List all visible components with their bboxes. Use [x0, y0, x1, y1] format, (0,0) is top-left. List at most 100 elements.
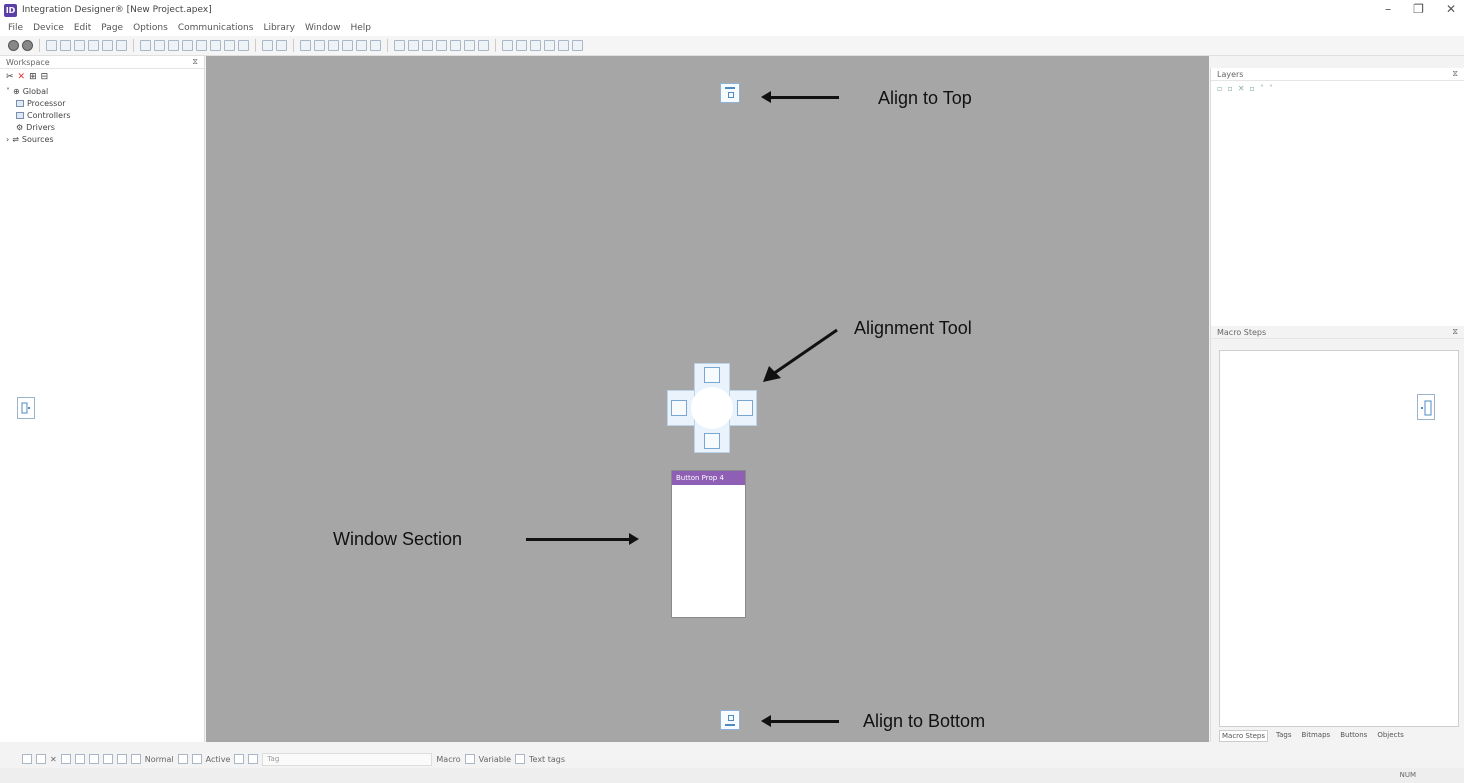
tag-input[interactable]: Tag — [262, 752, 433, 766]
tree-item-sources[interactable]: › ⇌ Sources — [6, 133, 204, 145]
redo-icon[interactable] — [116, 40, 127, 51]
cut-icon[interactable] — [140, 40, 151, 51]
ungroup-icon[interactable] — [544, 40, 555, 51]
move-up-icon[interactable]: ˄ — [1260, 84, 1264, 93]
menu-file[interactable]: File — [8, 23, 23, 33]
normal-color-icon[interactable] — [191, 754, 202, 764]
delete-icon[interactable] — [182, 40, 193, 51]
delete-icon[interactable]: ✕ — [18, 72, 26, 82]
tab-buttons[interactable]: Buttons — [1338, 730, 1369, 742]
align-bottom-icon[interactable] — [370, 40, 381, 51]
align-left-icon[interactable] — [300, 40, 311, 51]
save-icon[interactable] — [74, 40, 85, 51]
send-back-icon[interactable] — [516, 40, 527, 51]
find-icon[interactable] — [196, 40, 207, 51]
align-right-icon[interactable] — [328, 40, 339, 51]
dock-right-icon[interactable] — [737, 400, 753, 416]
collapse-all-icon[interactable]: ⊟ — [41, 72, 49, 82]
tree-item-controllers[interactable]: Controllers — [6, 109, 204, 121]
preview-icon[interactable] — [572, 40, 583, 51]
rounded-rect-icon[interactable] — [102, 754, 113, 764]
align-bottom-guide-icon[interactable] — [720, 710, 740, 730]
pin-icon[interactable]: ⧖ — [192, 57, 198, 67]
bring-front-icon[interactable] — [502, 40, 513, 51]
same-size-icon[interactable] — [422, 40, 433, 51]
pointer-icon[interactable] — [36, 754, 46, 764]
group-icon[interactable] — [530, 40, 541, 51]
align-top-guide-icon[interactable] — [720, 83, 740, 103]
grid-icon[interactable] — [238, 40, 249, 51]
same-height-icon[interactable] — [408, 40, 419, 51]
cut-icon[interactable]: ✂ — [6, 72, 14, 82]
tree-item-drivers[interactable]: ⚙ Drivers — [6, 121, 204, 133]
delete-icon[interactable]: ✕ — [50, 755, 57, 764]
ellipse-icon[interactable] — [116, 754, 127, 764]
rectangle-icon[interactable] — [88, 754, 99, 764]
menu-window[interactable]: Window — [305, 23, 341, 33]
space-horizontal-icon[interactable] — [436, 40, 447, 51]
menu-options[interactable]: Options — [133, 23, 168, 33]
link-icon[interactable] — [262, 40, 273, 51]
minimize-button[interactable]: – — [1385, 2, 1391, 16]
design-canvas[interactable]: Align to Top Alignment Tool Window Secti… — [206, 56, 1209, 742]
tab-bitmaps[interactable]: Bitmaps — [1300, 730, 1333, 742]
normal-font-icon[interactable] — [177, 754, 188, 764]
variable-assign-icon[interactable] — [515, 754, 526, 764]
same-width-icon[interactable] — [394, 40, 405, 51]
dock-right-guide-icon[interactable] — [1417, 394, 1435, 420]
pin-icon[interactable]: ⧖ — [1452, 327, 1458, 337]
restore-button[interactable]: ❐ — [1413, 2, 1424, 16]
text-icon[interactable] — [60, 754, 71, 764]
replace-icon[interactable] — [210, 40, 221, 51]
chevron-right-icon[interactable]: › — [6, 135, 9, 144]
connect-icon[interactable] — [8, 40, 19, 51]
align-center-icon[interactable] — [314, 40, 325, 51]
edit-icon[interactable] — [22, 754, 32, 764]
dock-left-guide-icon[interactable] — [17, 397, 35, 419]
align-middle-icon[interactable] — [356, 40, 367, 51]
frame-icon[interactable] — [130, 754, 141, 764]
align-top-icon[interactable] — [342, 40, 353, 51]
menu-communications[interactable]: Communications — [178, 23, 254, 33]
undo-icon[interactable] — [102, 40, 113, 51]
menu-help[interactable]: Help — [350, 23, 371, 33]
image-icon[interactable] — [74, 754, 85, 764]
dock-top-icon[interactable] — [704, 367, 720, 383]
menu-library[interactable]: Library — [263, 23, 294, 33]
macro-assign-icon[interactable] — [464, 754, 475, 764]
window-section-title[interactable]: Button Prop 4 — [672, 471, 745, 485]
open-folder-icon[interactable] — [60, 40, 71, 51]
delete-layer-icon[interactable]: ✕ — [1238, 84, 1245, 93]
zoom-icon[interactable] — [276, 40, 287, 51]
tab-tags[interactable]: Tags — [1274, 730, 1294, 742]
active-font-icon[interactable] — [234, 754, 245, 764]
tree-item-processor[interactable]: Processor — [6, 97, 204, 109]
menu-edit[interactable]: Edit — [74, 23, 91, 33]
window-section[interactable]: Button Prop 4 — [671, 470, 746, 618]
space-vertical-icon[interactable] — [450, 40, 461, 51]
pin-icon[interactable]: ⧖ — [1452, 69, 1458, 79]
lock-icon[interactable] — [558, 40, 569, 51]
close-button[interactable]: ✕ — [1446, 2, 1456, 16]
expand-all-icon[interactable]: ⊞ — [29, 72, 37, 82]
paste-icon[interactable] — [168, 40, 179, 51]
center-horizontal-icon[interactable] — [464, 40, 475, 51]
menu-device[interactable]: Device — [33, 23, 64, 33]
chevron-down-icon[interactable]: ˅ — [6, 87, 10, 96]
menu-page[interactable]: Page — [101, 23, 123, 33]
dock-left-icon[interactable] — [671, 400, 687, 416]
dock-bottom-icon[interactable] — [704, 433, 720, 449]
tab-macro-steps[interactable]: Macro Steps — [1219, 730, 1268, 742]
add-layer-icon[interactable]: ▫ — [1217, 84, 1222, 93]
active-color-icon[interactable] — [248, 754, 259, 764]
layer-properties-icon[interactable]: ▫ — [1250, 84, 1255, 93]
new-file-icon[interactable] — [46, 40, 57, 51]
center-vertical-icon[interactable] — [478, 40, 489, 51]
properties-icon[interactable] — [224, 40, 235, 51]
copy-icon[interactable] — [154, 40, 165, 51]
text-tags-label[interactable]: Text tags — [529, 755, 565, 764]
copy-layer-icon[interactable]: ▫ — [1227, 84, 1232, 93]
disconnect-icon[interactable] — [22, 40, 33, 51]
move-down-icon[interactable]: ˅ — [1269, 84, 1273, 93]
tree-item-global[interactable]: ˅ ⊕ Global — [6, 85, 204, 97]
